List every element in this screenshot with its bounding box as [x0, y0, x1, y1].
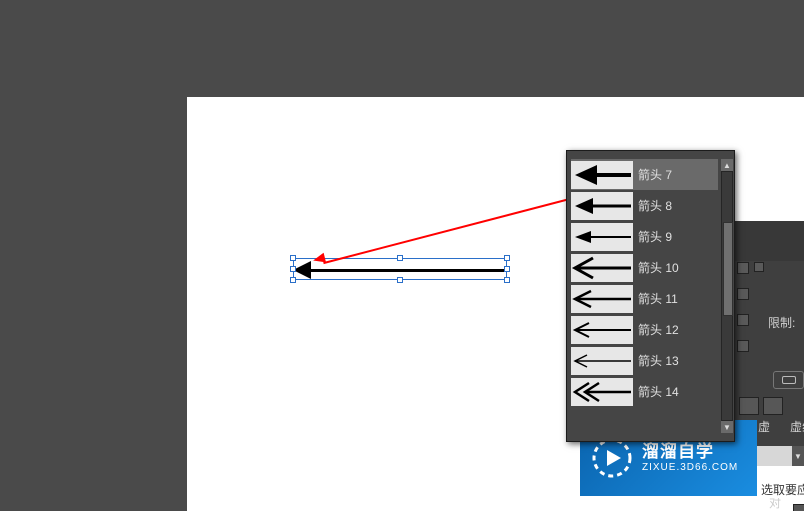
- arrowhead-swatch-icon: [571, 192, 633, 220]
- arrowhead-option-13[interactable]: 箭头 13: [571, 345, 718, 376]
- dash-label-1: 虚: [758, 418, 770, 435]
- arrowhead-option-8[interactable]: 箭头 8: [571, 190, 718, 221]
- scroll-up-button[interactable]: ▲: [721, 159, 733, 171]
- selection-handle-top-left[interactable]: [290, 255, 296, 261]
- selection-handle-top-right[interactable]: [504, 255, 510, 261]
- arrowhead-option-9[interactable]: 箭头 9: [571, 221, 718, 252]
- selection-handle-top-mid[interactable]: [397, 255, 403, 261]
- arrowhead-swatch-icon: [571, 378, 633, 406]
- chevron-up-icon: ▲: [723, 161, 731, 170]
- arrowhead-swatch-icon: [571, 223, 633, 251]
- panel-option-button-b[interactable]: [763, 397, 783, 415]
- scroll-thumb[interactable]: [723, 222, 733, 316]
- selection-handle-bot-mid[interactable]: [397, 277, 403, 283]
- arrowhead-dropdown-panel: 箭头 7 箭头 8 箭头 9 箭头 10 箭头 11 箭头 12 箭头 13 箭头 14 ▲ …: [566, 150, 735, 442]
- arrowhead-swatch-icon: [571, 285, 633, 313]
- miter-limit-label: 限制:: [768, 314, 795, 331]
- panel-align-stroke-button[interactable]: [737, 340, 749, 352]
- scroll-track[interactable]: [721, 171, 733, 421]
- arrowhead-option-label: 箭头 10: [638, 259, 679, 276]
- arrowhead-option-label: 箭头 8: [638, 197, 672, 214]
- arrowhead-option-10[interactable]: 箭头 10: [571, 252, 718, 283]
- stroke-align-icon: [782, 376, 796, 384]
- arrowhead-dropdown-list: 箭头 7 箭头 8 箭头 9 箭头 10 箭头 11 箭头 12 箭头 13 箭头 14: [571, 159, 718, 433]
- arrowhead-dropdown-scrollbar[interactable]: ▲ ▼: [721, 159, 733, 433]
- arrowhead-swatch-icon: [571, 161, 633, 189]
- panel-cap-button[interactable]: [737, 288, 749, 300]
- arrowhead-option-label: 箭头 11: [638, 290, 678, 307]
- arrowhead-swatch-icon: [571, 316, 633, 344]
- align-option-1[interactable]: [793, 504, 804, 511]
- stroke-align-option[interactable]: [773, 371, 804, 389]
- arrowhead-option-label: 箭头 12: [638, 321, 679, 338]
- selection-handle-mid-right[interactable]: [504, 266, 510, 272]
- arrowhead-option-label: 箭头 13: [638, 352, 679, 369]
- arrowhead-option-14[interactable]: 箭头 14: [571, 376, 718, 407]
- tooltip-text: 选取要应: [759, 480, 804, 498]
- watermark-url: ZIXUE.3D66.COM: [642, 462, 738, 474]
- arrowhead-swatch-icon: [571, 347, 633, 375]
- arrowhead-option-11[interactable]: 箭头 11: [571, 283, 718, 314]
- watermark-title: 溜溜自学: [642, 442, 738, 462]
- panel-corner-button[interactable]: [737, 314, 749, 326]
- scroll-down-button[interactable]: ▼: [721, 421, 733, 433]
- arrow-shape-line[interactable]: [297, 269, 507, 272]
- chevron-down-icon: ▼: [723, 423, 731, 432]
- arrowhead-option-label: 箭头 14: [638, 383, 679, 400]
- panel-option-button-a[interactable]: [739, 397, 759, 415]
- arrowhead-option-label: 箭头 7: [638, 166, 672, 183]
- arrowhead-option-label: 箭头 9: [638, 228, 672, 245]
- arrowhead-option-7[interactable]: 箭头 7: [571, 159, 718, 190]
- weight-dropdown-arrow[interactable]: [754, 262, 764, 272]
- arrowhead-swatch-icon: [571, 254, 633, 282]
- dropdown-arrow-icon: ▼: [792, 446, 804, 466]
- selection-handle-bot-right[interactable]: [504, 277, 510, 283]
- panel-button-1[interactable]: [737, 262, 749, 274]
- arrowhead-option-12[interactable]: 箭头 12: [571, 314, 718, 345]
- selection-handle-bot-left[interactable]: [290, 277, 296, 283]
- watermark-play-icon: [590, 436, 634, 480]
- selection-handle-mid-left[interactable]: [290, 266, 296, 272]
- dash-label-2: 虚线: [790, 418, 804, 435]
